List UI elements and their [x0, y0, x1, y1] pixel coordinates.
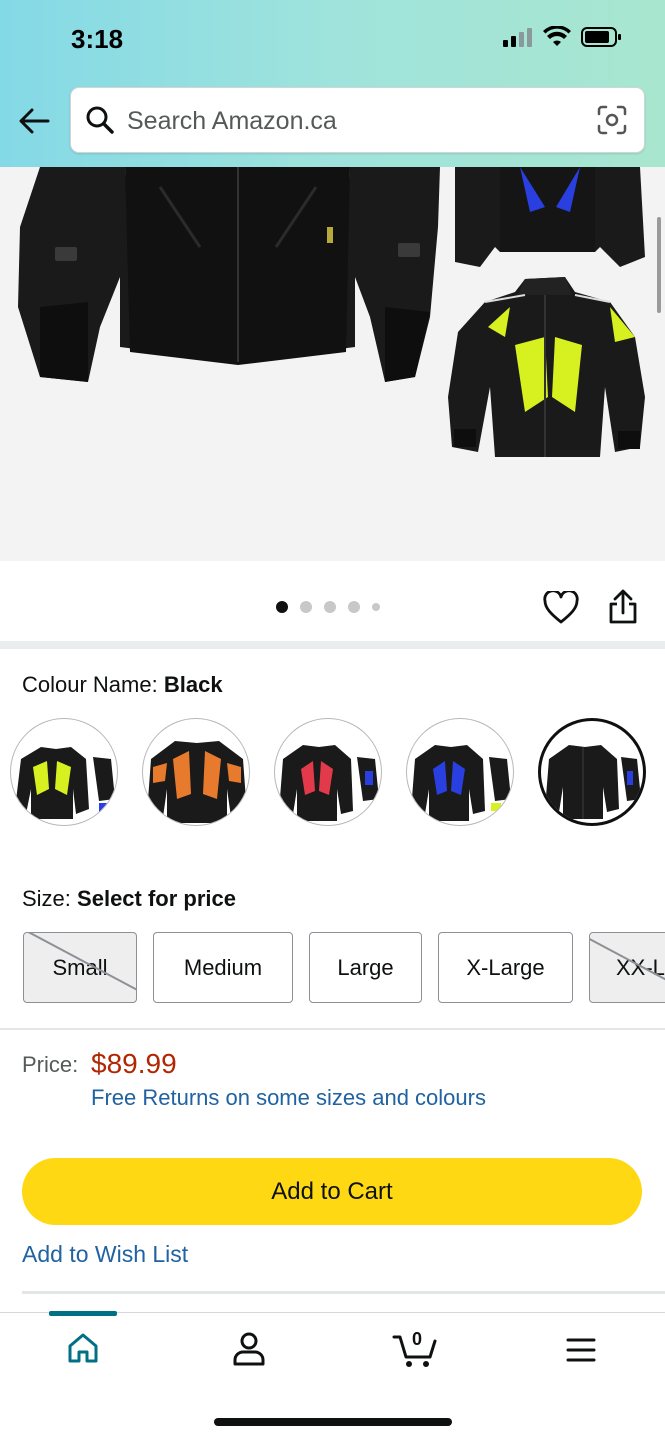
add-to-cart-button[interactable]: Add to Cart: [22, 1158, 642, 1225]
cart-count: 0: [412, 1329, 423, 1349]
image-pagination-dots[interactable]: [276, 601, 380, 613]
swatch-orange[interactable]: [142, 718, 250, 826]
home-icon[interactable]: [66, 1331, 100, 1365]
cart-tab[interactable]: 0: [392, 1329, 440, 1371]
colour-name-label: Colour Name: Black: [22, 672, 223, 698]
product-image: [18, 167, 645, 457]
pagination-dot[interactable]: [300, 601, 312, 613]
size-option-large[interactable]: Large: [309, 932, 422, 1003]
divider: [0, 1028, 665, 1030]
status-icons: [503, 26, 623, 48]
size-option-xx-large[interactable]: XX-L: [589, 932, 665, 1003]
divider: [0, 641, 665, 649]
colour-value: Black: [163, 672, 223, 697]
home-indicator: [214, 1418, 452, 1426]
swatch-black-thumbnail: [545, 745, 641, 819]
status-time: 3:18: [71, 24, 124, 54]
swatch-red[interactable]: [274, 718, 382, 826]
swatch-blue[interactable]: [406, 718, 514, 826]
price-label: Price:: [22, 1052, 79, 1077]
search-bar[interactable]: [70, 87, 645, 153]
green-jacket-illustration: [448, 277, 645, 457]
scroll-indicator: [657, 217, 661, 313]
size-option-medium[interactable]: Medium: [153, 932, 293, 1003]
search-icon: [86, 106, 114, 134]
account-icon[interactable]: [232, 1331, 266, 1367]
size-value: Select for price: [77, 886, 236, 911]
wifi-icon: [543, 26, 571, 46]
size-option-small[interactable]: Small: [23, 932, 137, 1003]
menu-icon[interactable]: [566, 1337, 596, 1363]
colour-swatches: [10, 718, 646, 826]
active-tab-indicator: [49, 1311, 117, 1316]
swatch-orange-thumbnail: [147, 741, 247, 823]
signal-icon: [503, 28, 532, 47]
size-options: Small Medium Large X-Large XX-L: [23, 932, 665, 1003]
pagination-dot[interactable]: [372, 603, 380, 611]
swatch-green[interactable]: [10, 718, 118, 826]
pagination-dot[interactable]: [348, 601, 360, 613]
divider: [22, 1291, 665, 1294]
add-to-wish-list-link[interactable]: Add to Wish List: [22, 1241, 188, 1268]
colour-label-text: Colour Name:: [22, 672, 158, 697]
gallery-controls: [0, 561, 665, 641]
free-returns-link[interactable]: Free Returns on some sizes and colours: [91, 1085, 486, 1111]
share-icon[interactable]: [608, 589, 638, 625]
pagination-dot[interactable]: [276, 601, 288, 613]
battery-icon: [581, 27, 621, 47]
heart-icon[interactable]: [543, 591, 579, 625]
header: 3:18: [0, 0, 665, 167]
size-label: Size: Select for price: [22, 886, 236, 912]
size-label-text: Size:: [22, 886, 71, 911]
pagination-dot[interactable]: [324, 601, 336, 613]
swatch-blue-thumbnail: [411, 745, 511, 821]
size-option-x-large[interactable]: X-Large: [438, 932, 573, 1003]
swatch-red-thumbnail: [279, 745, 379, 821]
swatch-black[interactable]: [538, 718, 646, 826]
swatch-green-thumbnail: [15, 747, 115, 819]
main-jacket-illustration: [18, 167, 440, 382]
price-value: $89.99: [91, 1048, 177, 1079]
search-input[interactable]: [127, 100, 567, 142]
camera-lens-icon[interactable]: [596, 104, 628, 136]
product-image-gallery[interactable]: [0, 167, 665, 561]
blue-jacket-illustration: [455, 167, 645, 267]
back-arrow-icon[interactable]: [16, 102, 54, 140]
